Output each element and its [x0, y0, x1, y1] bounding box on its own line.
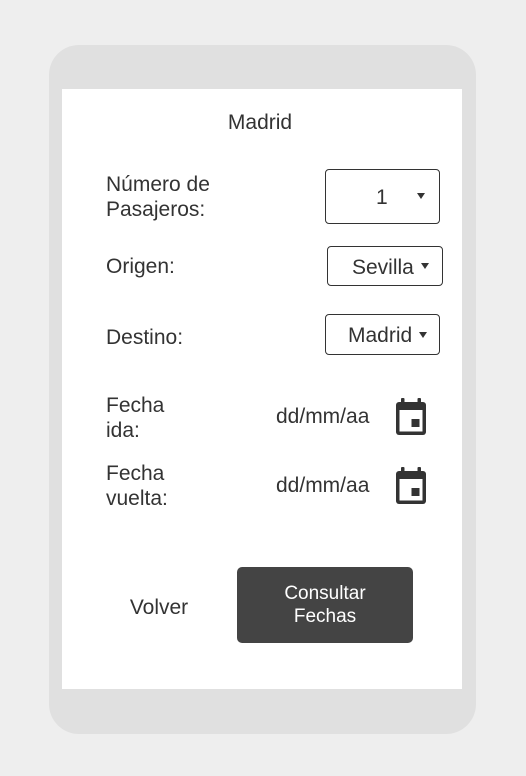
check-dates-button[interactable]: Consultar Fechas	[237, 567, 413, 643]
passengers-label: Número de Pasajeros:	[106, 173, 210, 221]
destination-select[interactable]: Madrid	[325, 314, 440, 355]
return-date-label: Fecha vuelta:	[106, 462, 168, 510]
origin-value: Sevilla	[352, 256, 414, 279]
calendar-icon[interactable]	[395, 398, 427, 436]
back-button[interactable]: Volver	[100, 594, 218, 622]
return-date-field[interactable]: dd/mm/aa	[276, 473, 369, 498]
chevron-down-icon	[417, 193, 425, 199]
chevron-down-icon	[421, 263, 429, 269]
departure-date-label: Fecha ida:	[106, 394, 165, 442]
calendar-icon[interactable]	[395, 467, 427, 505]
destination-value: Madrid	[348, 324, 413, 347]
passengers-value: 1	[376, 186, 388, 209]
origin-select[interactable]: Sevilla	[327, 246, 443, 286]
departure-date-field[interactable]: dd/mm/aa	[276, 404, 369, 429]
destination-label: Destino:	[106, 326, 184, 349]
chevron-down-icon	[419, 332, 427, 338]
passengers-select[interactable]: 1	[325, 169, 440, 224]
check-dates-button-label: Consultar Fechas	[284, 583, 366, 627]
page-title: Madrid	[227, 111, 293, 134]
origin-label: Origen:	[106, 255, 175, 278]
